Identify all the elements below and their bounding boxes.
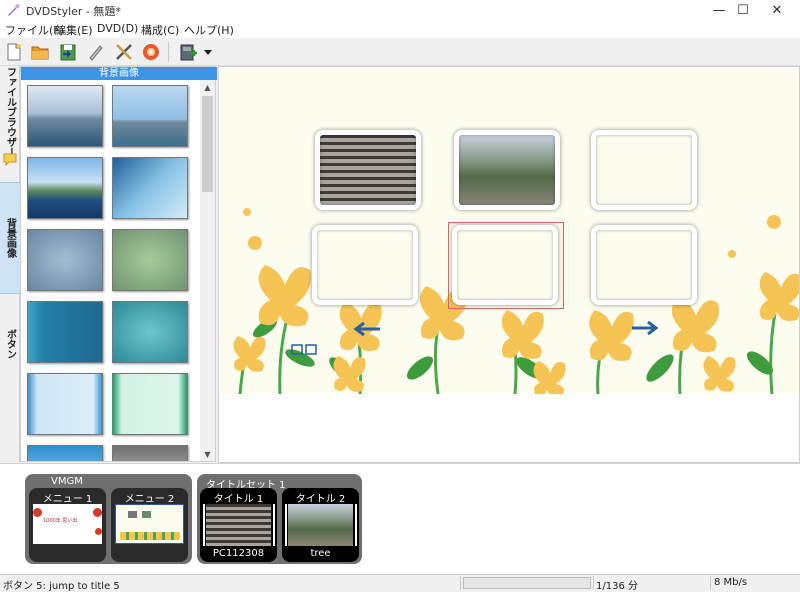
side-tabs: ファイルブラウザー 背景画像 ボタン (0, 66, 20, 462)
settings-icon[interactable] (86, 42, 106, 62)
background-thumb[interactable] (27, 445, 103, 461)
background-thumb[interactable] (27, 301, 103, 363)
background-thumb[interactable] (112, 445, 188, 461)
tab-buttons[interactable]: ボタン (0, 306, 20, 382)
menu-button-3[interactable] (591, 130, 697, 210)
menu-tile-2-label: メニュー 2 (124, 494, 175, 505)
background-panel: 背景画像 ▲ ▼ (20, 66, 217, 462)
note-icon[interactable] (3, 152, 17, 166)
menu-edit[interactable]: 編集(E) (55, 22, 93, 38)
progress-bar (463, 577, 591, 589)
tab-file-browser[interactable]: ファイルブラウザー (0, 67, 20, 157)
dropdown-arrow-icon[interactable] (202, 42, 214, 62)
menu-button-2[interactable] (454, 130, 560, 210)
menu-editor-canvas[interactable] (218, 66, 800, 463)
background-thumb[interactable] (27, 157, 103, 219)
menu-tile-2[interactable]: メニュー 2 (111, 488, 188, 562)
title-tile-2[interactable]: タイトル 2 tree (282, 488, 359, 562)
title-tile-2-label: タイトル 2 (295, 494, 346, 505)
background-thumbnails (21, 80, 201, 461)
menu-1-preview: 1000年 思い出 (33, 504, 102, 544)
status-duration: 1/136 分 (596, 581, 638, 592)
stairs-thumbnail (320, 135, 416, 205)
title-2-thumbnail (288, 504, 353, 546)
menu-tile-1[interactable]: メニュー 1 1000年 思い出 (29, 488, 106, 562)
status-message: ボタン 5: jump to title 5 (3, 581, 120, 592)
title-tile-1-caption: PC112308 (212, 548, 265, 559)
dvd-structure-strip: VMGM メニュー 1 1000年 思い出 メニュー 2 タイトルセット 1 タ… (0, 463, 800, 574)
app-icon (8, 4, 20, 16)
title-tile-2-caption: tree (310, 548, 331, 559)
tab-file-browser-label: ファイルブラウザー (4, 67, 16, 157)
tab-background-label: 背景画像 (4, 218, 16, 258)
status-bar: ボタン 5: jump to title 5 1/136 分 8 Mb/s (0, 574, 800, 592)
titleset-group: タイトルセット 1 タイトル 1 PC112308 タイトル 2 tree (197, 474, 362, 564)
menu-configure[interactable]: 構成(C) (141, 22, 179, 38)
title-tile-1-label: タイトル 1 (213, 494, 264, 505)
menu-1-preview-text: 1000年 思い出 (43, 518, 78, 524)
burn-disc-icon[interactable] (141, 42, 161, 62)
title-bar: DVDStyler - 無題* — ☐ ✕ (0, 0, 800, 20)
menu-button-4[interactable] (312, 225, 418, 305)
menu-help[interactable]: ヘルプ(H) (184, 22, 234, 38)
selection-outline (448, 222, 564, 309)
title-1-thumbnail (206, 504, 271, 546)
background-thumb[interactable] (112, 373, 188, 435)
window-title: DVDStyler - 無題* (26, 5, 121, 18)
vmgm-group: VMGM メニュー 1 1000年 思い出 メニュー 2 (25, 474, 192, 564)
toolbar-separator (168, 42, 169, 62)
background-thumb[interactable] (112, 157, 188, 219)
scroll-up-icon[interactable]: ▲ (200, 80, 215, 94)
background-thumb[interactable] (27, 373, 103, 435)
background-thumb[interactable] (112, 229, 188, 291)
panel-scrollbar[interactable]: ▲ ▼ (200, 80, 215, 461)
menu-tile-1-label: メニュー 1 (42, 494, 93, 505)
tree-thumbnail (459, 135, 555, 205)
status-rate: 8 Mb/s (714, 577, 748, 588)
scroll-down-icon[interactable]: ▼ (200, 447, 215, 461)
menu-bar: ファイル(F) 編集(E) DVD(D) 構成(C) ヘルプ(H) (0, 20, 800, 38)
open-folder-icon[interactable] (30, 42, 50, 62)
background-thumb[interactable] (27, 229, 103, 291)
menu-background (220, 68, 799, 394)
toolbar (0, 38, 800, 66)
title-tile-1[interactable]: タイトル 1 PC112308 (200, 488, 277, 562)
tab-buttons-label: ボタン (4, 329, 16, 359)
scroll-thumb[interactable] (202, 96, 213, 192)
vmgm-label: VMGM (51, 476, 83, 487)
background-thumb[interactable] (27, 85, 103, 147)
tab-background[interactable]: 背景画像 (0, 182, 20, 294)
next-arrow-icon (632, 320, 659, 336)
background-thumb[interactable] (112, 85, 188, 147)
add-file-icon[interactable] (178, 42, 198, 62)
menu-2-preview (115, 504, 184, 544)
menu-button-1[interactable] (315, 130, 421, 210)
new-file-icon[interactable] (4, 42, 24, 62)
save-icon[interactable] (58, 42, 78, 62)
tools-icon[interactable] (114, 42, 134, 62)
menu-dvd[interactable]: DVD(D) (97, 22, 138, 35)
background-thumb[interactable] (112, 301, 188, 363)
close-button[interactable]: ✕ (754, 0, 800, 20)
menu-button-6[interactable] (591, 225, 697, 305)
panel-header: 背景画像 (21, 67, 217, 80)
